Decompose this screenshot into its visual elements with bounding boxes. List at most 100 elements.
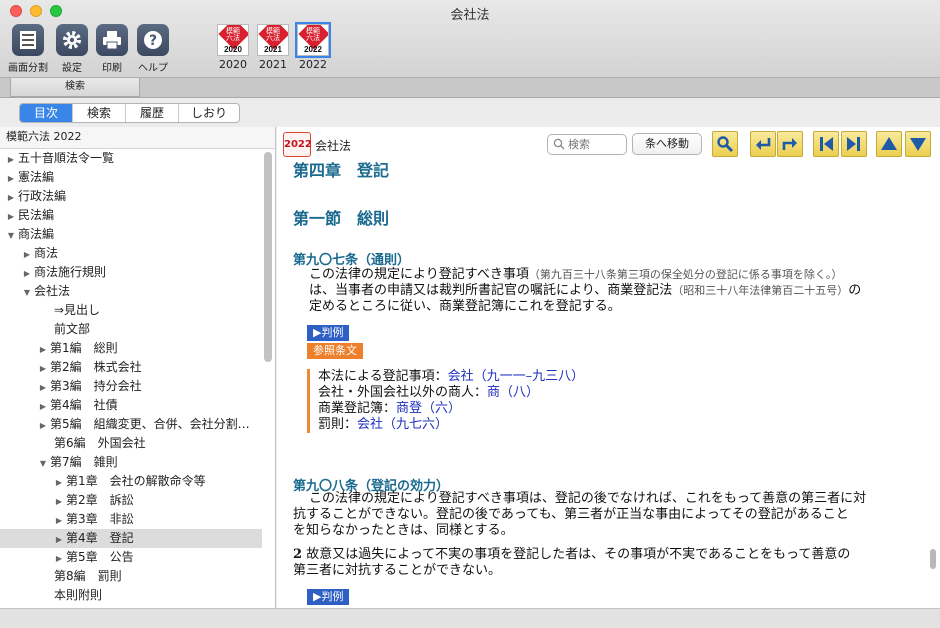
search-tab-strip: 検索	[0, 78, 940, 98]
disclosure-open-icon[interactable]: ▼	[6, 226, 16, 245]
book-2021-button[interactable]: 模範 六法 2021 2021	[256, 24, 290, 71]
book-year-label: 2021	[259, 58, 287, 71]
segment-history[interactable]: 履歴	[126, 104, 179, 122]
find-button[interactable]	[712, 131, 738, 157]
tree-item-label: 本則附則	[54, 588, 103, 602]
case-law-tag[interactable]: ▶判例	[307, 589, 350, 605]
tree-item[interactable]: ▼ 商法編	[0, 225, 262, 244]
disclosure-open-icon[interactable]: ▼	[22, 283, 32, 302]
tree-item[interactable]: ▶ 行政法編	[0, 187, 262, 206]
tree-item[interactable]: 第8編 罰則	[0, 567, 262, 586]
tree-item[interactable]: 第6編 外国会社	[0, 434, 262, 453]
tree-item[interactable]: ▶ 第2編 株式会社	[0, 358, 262, 377]
tree-item[interactable]: ▶ 第2章 訴訟	[0, 491, 262, 510]
tree-item[interactable]: ▶ 第4編 社債	[0, 396, 262, 415]
disclosure-closed-icon[interactable]: ▶	[6, 207, 16, 226]
split-view-button[interactable]: 画面分割	[6, 24, 50, 74]
tree-item-label: 商法	[34, 246, 59, 260]
tree-item-label: 第4章 登記	[66, 531, 134, 545]
split-view-icon	[12, 24, 44, 56]
search-tab[interactable]: 検索	[10, 78, 140, 97]
tree-item[interactable]: ▶ 第1編 総則	[0, 339, 262, 358]
previous-article-button[interactable]	[813, 131, 839, 157]
article-908-line: 2 故意又は過失によって不実の事項を登記した者は、その事項が不実であることをもっ…	[293, 547, 851, 562]
tree-item[interactable]: ⇒見出し	[0, 301, 262, 320]
next-icon	[847, 137, 860, 151]
reference-link[interactable]: 商（八）	[487, 385, 539, 400]
disclosure-closed-icon[interactable]: ▶	[38, 378, 48, 397]
tree-item[interactable]: ▶ 五十音順法令一覧	[0, 149, 262, 168]
book-2022-button[interactable]: 模範 六法 2022 2022	[295, 22, 331, 71]
tree-item[interactable]: ▶ 第3章 非訟	[0, 510, 262, 529]
sidebar: 模範六法 2022 ▶ 五十音順法令一覧 ▶ 憲法編 ▶ 行政法編 ▶ 民法編 ▼ 商法編 ▶ 商法 ▶…	[0, 127, 276, 608]
tree-item-label: 行政法編	[18, 189, 67, 203]
print-button[interactable]: 印刷	[90, 24, 134, 74]
magnifier-icon	[717, 136, 734, 153]
disclosure-closed-icon[interactable]: ▶	[38, 416, 48, 435]
book-2020-button[interactable]: 模範 六法 2020 2020	[216, 24, 250, 71]
disclosure-closed-icon[interactable]: ▶	[54, 473, 64, 492]
help-button[interactable]: ? ヘルプ	[131, 24, 175, 74]
related-articles-tag[interactable]: 参照条文	[307, 343, 363, 359]
segment-search[interactable]: 検索	[73, 104, 126, 122]
law-title: 会社法	[315, 139, 352, 153]
window-title: 会社法	[450, 8, 490, 23]
reference-link[interactable]: 会社（九七六）	[357, 417, 448, 432]
disclosure-closed-icon[interactable]: ▶	[6, 169, 16, 188]
content-scrollbar[interactable]	[930, 549, 936, 569]
tree-item[interactable]: ▶ 第4章 登記	[0, 529, 262, 548]
disclosure-closed-icon[interactable]: ▶	[38, 359, 48, 378]
tree-item[interactable]: ▶ 憲法編	[0, 168, 262, 187]
disclosure-closed-icon[interactable]: ▶	[54, 492, 64, 511]
tree-item-label: 前文部	[54, 322, 91, 336]
tree-item-label: 第2編 株式会社	[50, 360, 142, 374]
search-input[interactable]	[568, 137, 624, 152]
tree-item[interactable]: ▶ 第3編 持分会社	[0, 377, 262, 396]
tree-item-label: 第1編 総則	[50, 341, 118, 355]
tree-item[interactable]: ▼ 会社法	[0, 282, 262, 301]
gear-icon	[56, 24, 88, 56]
disclosure-closed-icon[interactable]: ▶	[54, 511, 64, 530]
scroll-down-button[interactable]	[905, 131, 931, 157]
disclosure-closed-icon[interactable]: ▶	[22, 264, 32, 283]
law-text-content: 第四章 登記 第一節 総則 第九〇七条（通則） この法律の規定により登記すべき事…	[277, 161, 925, 608]
edition-badge: 2022	[283, 132, 312, 157]
disclosure-closed-icon[interactable]: ▶	[6, 188, 16, 207]
scroll-up-button[interactable]	[876, 131, 902, 157]
tree-item[interactable]: ▶ 民法編	[0, 206, 262, 225]
disclosure-closed-icon[interactable]: ▶	[38, 397, 48, 416]
tree-item[interactable]: ▶ 第1章 会社の解散命令等	[0, 472, 262, 491]
forward-button[interactable]	[777, 131, 803, 157]
disclosure-closed-icon[interactable]: ▶	[6, 150, 16, 169]
case-law-tag[interactable]: ▶判例	[307, 325, 350, 341]
tree-item-label: ⇒見出し	[54, 303, 101, 317]
back-button[interactable]	[750, 131, 776, 157]
disclosure-closed-icon[interactable]: ▶	[54, 549, 64, 568]
disclosure-closed-icon[interactable]: ▶	[54, 530, 64, 549]
reference-link[interactable]: 会社（九一一–九三八）	[448, 369, 585, 384]
disclosure-open-icon[interactable]: ▼	[38, 454, 48, 473]
tree-item[interactable]: ▶ 商法施行規則	[0, 263, 262, 282]
reference-line: 会社・外国会社以外の商人：商（八）	[307, 385, 539, 401]
tree-item[interactable]: ▶ 第5章 公告	[0, 548, 262, 567]
settings-button[interactable]: 設定	[50, 24, 94, 74]
tree-item[interactable]: ▶ 商法	[0, 244, 262, 263]
tree-item-label: 第5編 組織変更、合併、会社分割…	[50, 417, 250, 431]
tree-item[interactable]: 本則附則	[0, 586, 262, 605]
navigation-segmented-control: 目次 検索 履歴 しおり	[19, 103, 240, 123]
disclosure-closed-icon[interactable]: ▶	[22, 245, 32, 264]
next-article-button[interactable]	[841, 131, 867, 157]
sidebar-scrollbar[interactable]	[264, 152, 272, 362]
forward-arrow-icon	[782, 138, 797, 150]
search-field[interactable]	[547, 134, 627, 155]
tree-item[interactable]: ▼ 第7編 雑則	[0, 453, 262, 472]
tree-item[interactable]: 前文部	[0, 320, 262, 339]
segment-contents[interactable]: 目次	[20, 104, 73, 122]
reference-link[interactable]: 商登（六）	[396, 401, 461, 416]
sidebar-header: 模範六法 2022	[0, 127, 275, 149]
disclosure-closed-icon[interactable]: ▶	[38, 340, 48, 359]
segment-bookmarks[interactable]: しおり	[179, 104, 239, 122]
goto-article-button[interactable]: 条へ移動	[632, 133, 702, 155]
tree-item[interactable]: ▶ 第5編 組織変更、合併、会社分割…	[0, 415, 262, 434]
tree-item-label: 民法編	[18, 208, 55, 222]
